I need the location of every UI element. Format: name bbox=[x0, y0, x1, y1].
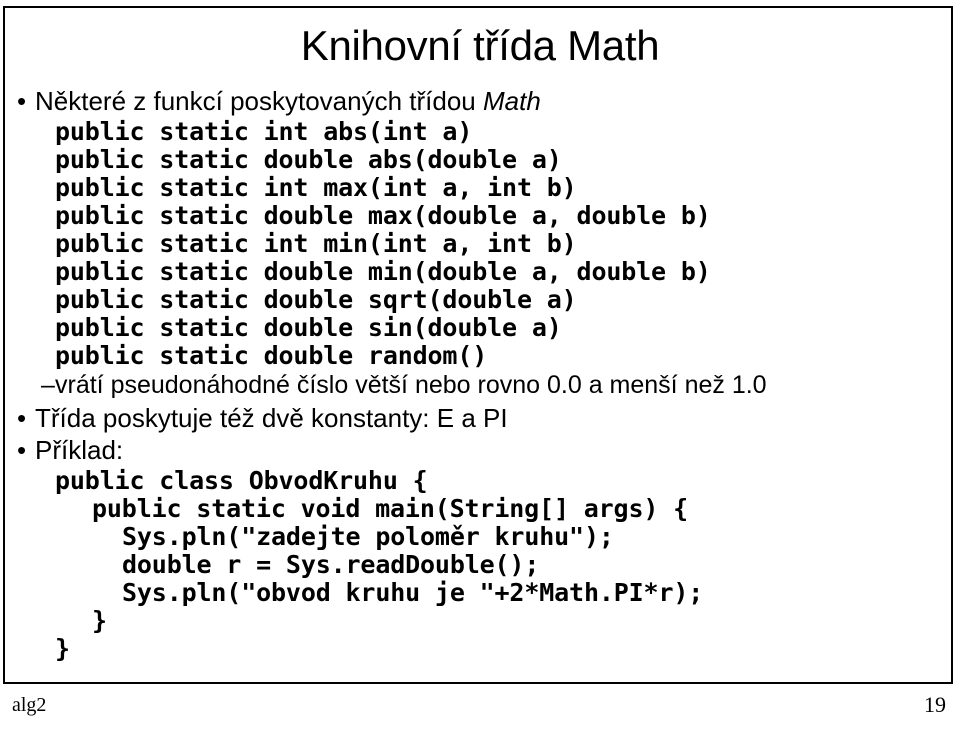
bullet-text: vrátí pseudonáhodné číslo větší nebo rov… bbox=[55, 371, 767, 399]
bullet-dot-icon: • bbox=[17, 403, 27, 433]
code-line: public static double abs(double a) bbox=[55, 145, 562, 174]
slide-body: • Některé z funkcí poskytovaných třídou M… bbox=[5, 86, 955, 663]
code-line: } bbox=[55, 634, 70, 663]
code-line: } bbox=[92, 606, 107, 635]
slide-footer: alg2 19 bbox=[0, 692, 960, 726]
bullet-level2: – vrátí pseudonáhodné číslo větší nebo ro… bbox=[5, 370, 955, 400]
code-line: Sys.pln("obvod kruhu je "+2*Math.PI*r); bbox=[122, 578, 704, 607]
code-line: double r = Sys.readDouble(); bbox=[122, 550, 540, 579]
footer-page-number: 19 bbox=[924, 692, 946, 717]
bullet-text: Příklad: bbox=[35, 435, 124, 465]
bullet-level1: • Třída poskytuje též dvě konstanty: E a … bbox=[5, 403, 955, 433]
code-line: public static void main(String[] args) { bbox=[92, 494, 689, 523]
code-line: public static double sqrt(double a) bbox=[55, 285, 577, 314]
code-line: public static double min(double a, doubl… bbox=[55, 257, 711, 286]
bullet-text: Některé z funkcí poskytovaných třídou bbox=[35, 86, 483, 116]
code-line: public static double max(double a, doubl… bbox=[55, 201, 711, 230]
bullet-level1: • Příklad: bbox=[5, 435, 955, 465]
bullet-dot-icon: • bbox=[17, 86, 27, 116]
page-title: Knihovní třída Math bbox=[300, 22, 660, 69]
slide-canvas: Knihovní třída Math • Některé z funkcí po… bbox=[0, 0, 960, 729]
code-line: public class ObvodKruhu { bbox=[55, 466, 428, 495]
code-line: Sys.pln("zadejte poloměr kruhu"); bbox=[122, 522, 614, 551]
footer-course-label: alg2 bbox=[12, 694, 47, 716]
bullet-dot-icon: • bbox=[17, 435, 27, 465]
dash-bullet-icon: – bbox=[41, 371, 55, 399]
code-line: public static double sin(double a) bbox=[55, 313, 562, 342]
code-line: public static int max(int a, int b) bbox=[55, 173, 577, 202]
bullet-level1: • Některé z funkcí poskytovaných třídou M… bbox=[5, 86, 955, 116]
code-line: public static double random() bbox=[55, 341, 488, 370]
bullet-text-emphasis: Math bbox=[483, 86, 541, 116]
code-line: public static int min(int a, int b) bbox=[55, 229, 577, 258]
bullet-text: Třída poskytuje též dvě konstanty: E a P… bbox=[35, 403, 508, 433]
code-line: public static int abs(int a) bbox=[55, 117, 473, 146]
slide-content-frame: Knihovní třída Math • Některé z funkcí po… bbox=[3, 6, 953, 684]
